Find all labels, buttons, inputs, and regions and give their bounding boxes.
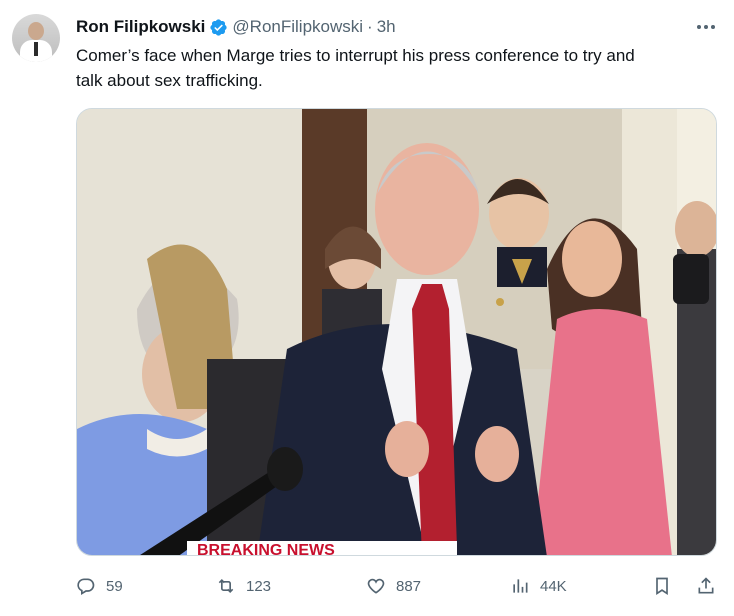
views-button[interactable]: 44K bbox=[510, 572, 567, 600]
tweet-text-line-1: Comer’s face when Marge tries to interru… bbox=[76, 46, 635, 65]
tweet-timestamp[interactable]: 3h bbox=[377, 17, 396, 37]
video-frame: BREAKING NEWS bbox=[77, 109, 716, 556]
avatar-tie bbox=[34, 42, 38, 56]
tweet-actions: 59 123 887 44K bbox=[76, 572, 720, 600]
views-icon bbox=[513, 579, 528, 593]
retweet-icon bbox=[218, 578, 234, 594]
views-count: 44K bbox=[540, 577, 567, 595]
author-handle[interactable]: @RonFilipkowski bbox=[232, 17, 363, 37]
author-name[interactable]: Ron Filipkowski bbox=[76, 17, 205, 37]
retweet-count: 123 bbox=[246, 577, 272, 595]
lower-third-text: BREAKING NEWS bbox=[197, 542, 335, 556]
tweet-text-line-2: talk about sex trafficking. bbox=[76, 71, 263, 90]
like-button[interactable]: 887 bbox=[366, 572, 421, 600]
avatar-head bbox=[28, 22, 44, 40]
tweet-header: Ron Filipkowski @RonFilipkowski · 3h bbox=[76, 16, 396, 38]
retweet-button[interactable]: 123 bbox=[216, 572, 271, 600]
man-face bbox=[375, 143, 479, 275]
tweet-card[interactable]: Ron Filipkowski @RonFilipkowski · 3h Com… bbox=[0, 0, 734, 616]
verified-badge-icon[interactable] bbox=[209, 18, 228, 37]
tweet-text: Comer’s face when Marge tries to interru… bbox=[76, 43, 716, 93]
phone bbox=[673, 254, 709, 304]
avatar[interactable] bbox=[12, 14, 60, 62]
bookmark-icon[interactable] bbox=[652, 576, 672, 596]
share-icon[interactable] bbox=[696, 576, 716, 596]
woman-face bbox=[562, 221, 622, 297]
reply-count: 59 bbox=[106, 577, 123, 595]
like-count: 887 bbox=[396, 577, 422, 595]
reply-icon bbox=[77, 578, 95, 595]
separator-dot: · bbox=[367, 17, 373, 36]
tweet-video[interactable]: BREAKING NEWS bbox=[76, 108, 717, 556]
more-icon[interactable] bbox=[694, 16, 718, 38]
reply-button[interactable]: 59 bbox=[76, 572, 123, 600]
like-icon bbox=[367, 578, 385, 594]
